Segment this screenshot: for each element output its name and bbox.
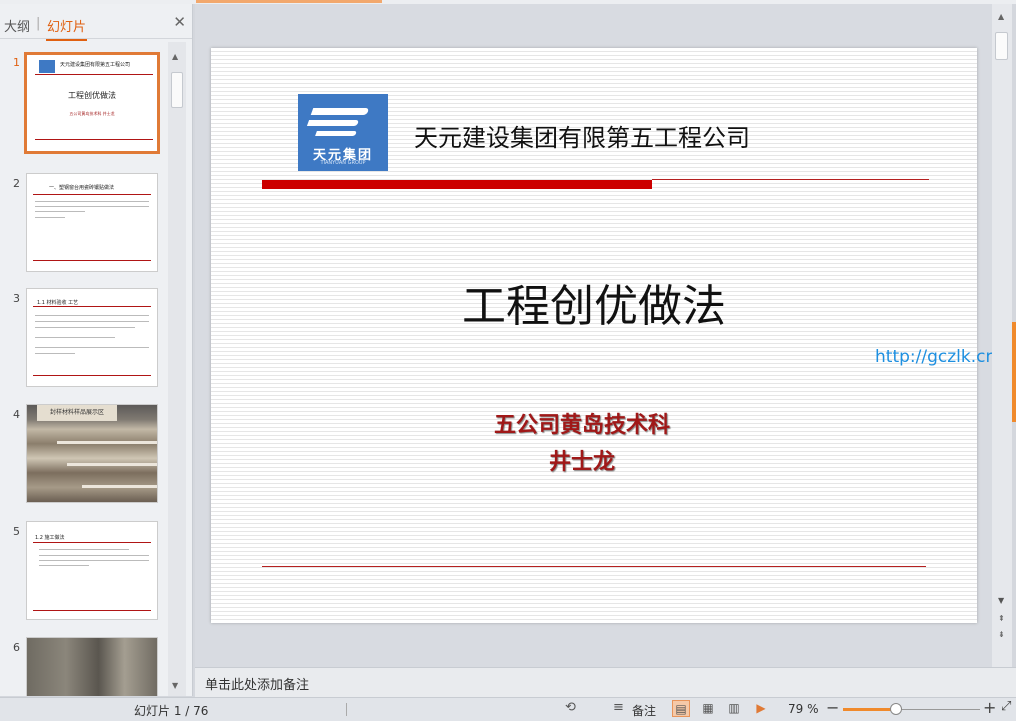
- logo-subtext: TIANYUAN GROUP: [320, 160, 366, 166]
- thumbnail-slide-1[interactable]: 天元建设集团有限第五工程公司 工程创优做法 五公司黄岛技术科 井士龙: [24, 52, 160, 154]
- slide-number: 4: [13, 408, 20, 421]
- slide-counter: 幻灯片 1 / 76: [134, 704, 209, 718]
- slide-number: 1: [13, 56, 20, 69]
- zoom-out-icon[interactable]: −: [826, 698, 839, 717]
- zoom-in-icon[interactable]: +: [983, 698, 996, 717]
- status-bar: 幻灯片 1 / 76 ⟲ ≡ 备注 ▤ ▦ ▥ ▶ 79 % − + ⤢: [0, 697, 1016, 721]
- thumbnail-slide-4[interactable]: 封样材料样品展示区: [26, 404, 158, 503]
- thumb-rule: [35, 74, 153, 75]
- scroll-down-icon[interactable]: ▼: [172, 681, 178, 690]
- notes-icon[interactable]: ≡: [613, 700, 624, 715]
- notes-toggle-label[interactable]: 备注: [632, 702, 656, 719]
- header-red-bar: [262, 180, 652, 189]
- slides-panel: 大纲 | 幻灯片 ✕ 1 天元建设集团有限第五工程公司 工程创优做法 五公司黄岛…: [0, 4, 193, 696]
- zoom-slider-knob[interactable]: [890, 703, 903, 715]
- scroll-up-icon[interactable]: ▲: [998, 12, 1004, 21]
- notes-placeholder[interactable]: 单击此处添加备注: [205, 674, 309, 693]
- zoom-slider[interactable]: [843, 708, 980, 711]
- thumb-photo-sign: 封样材料样品展示区: [37, 405, 117, 421]
- thumb-company: 天元建设集团有限第五工程公司: [60, 62, 131, 68]
- slideshow-icon[interactable]: ▶: [752, 700, 770, 717]
- thumbnail-slide-3[interactable]: 1.1 材料验收 工艺: [26, 288, 158, 387]
- slide-number: 6: [13, 641, 20, 654]
- slide-title: 工程创优做法: [462, 281, 726, 332]
- company-logo: 天元集团 TIANYUAN GROUP: [298, 94, 388, 171]
- company-name: 天元建设集团有限第五工程公司: [414, 124, 750, 152]
- panel-tabs: 大纲 | 幻灯片 ✕: [0, 12, 192, 41]
- next-slide-icon[interactable]: ⇟: [998, 630, 1005, 639]
- thumbnail-slide-2[interactable]: 一、塑钢窗台用瓷砖镶贴做法: [26, 173, 158, 272]
- thumb-logo: [39, 60, 55, 73]
- prev-slide-icon[interactable]: ⇞: [998, 614, 1005, 623]
- notes-pane[interactable]: 单击此处添加备注: [195, 667, 1016, 698]
- tab-separator: |: [36, 16, 41, 31]
- editor-scrollbar[interactable]: ▲ ▼ ⇞ ⇟: [992, 4, 1012, 667]
- normal-view-icon[interactable]: ▤: [672, 700, 690, 717]
- scroll-up-icon[interactable]: ▲: [172, 52, 178, 61]
- header-red-line: [652, 179, 929, 180]
- panel-scrollbar[interactable]: ▲ ▼: [168, 42, 186, 696]
- reading-view-icon[interactable]: ▥: [725, 700, 743, 717]
- zoom-level[interactable]: 79 %: [788, 702, 819, 716]
- zoom-slider-fill: [843, 708, 897, 711]
- slide-number: 3: [13, 292, 20, 305]
- scrollbar-thumb[interactable]: [995, 32, 1008, 60]
- thumb-rule: [35, 139, 153, 140]
- slide-number: 2: [13, 177, 20, 190]
- thumb-rule: [33, 194, 151, 195]
- fit-to-window-icon[interactable]: ⤢: [1001, 699, 1011, 714]
- active-tab-accent: [196, 0, 382, 3]
- thumbnail-list: 1 天元建设集团有限第五工程公司 工程创优做法 五公司黄岛技术科 井士龙 2 一…: [0, 42, 168, 696]
- slide-author: 井士龙: [548, 449, 615, 475]
- thumb-subtitle: 五公司黄岛技术科 井士龙: [69, 111, 115, 116]
- tab-slides[interactable]: 幻灯片: [45, 16, 88, 41]
- close-icon[interactable]: ✕: [173, 13, 186, 31]
- slide-department: 五公司黄岛技术科: [493, 412, 670, 438]
- thumb-title: 工程创优做法: [68, 91, 116, 100]
- scrollbar-thumb[interactable]: [171, 72, 183, 108]
- tab-divider: [0, 38, 192, 39]
- scroll-down-icon[interactable]: ▼: [998, 596, 1004, 605]
- slide-sorter-icon[interactable]: ▦: [699, 700, 717, 717]
- current-slide[interactable]: 天元集团 TIANYUAN GROUP 天元建设集团有限第五工程公司 工程创优做…: [211, 48, 977, 623]
- thumbnail-slide-6[interactable]: [26, 637, 158, 696]
- thumb-heading: 一、塑钢窗台用瓷砖镶贴做法: [49, 185, 115, 191]
- watermark-url: http://gczlk.cn: [875, 347, 997, 367]
- history-icon[interactable]: ⟲: [565, 700, 576, 715]
- thumb-heading: 1.1 材料验收 工艺: [37, 300, 79, 306]
- footer-red-line: [262, 566, 926, 567]
- thumb-heading: 1.2 施工做法: [35, 535, 65, 541]
- thumbnail-slide-5[interactable]: 1.2 施工做法: [26, 521, 158, 620]
- slide-number: 5: [13, 525, 20, 538]
- tab-outline[interactable]: 大纲: [4, 16, 30, 35]
- status-divider: [346, 703, 347, 716]
